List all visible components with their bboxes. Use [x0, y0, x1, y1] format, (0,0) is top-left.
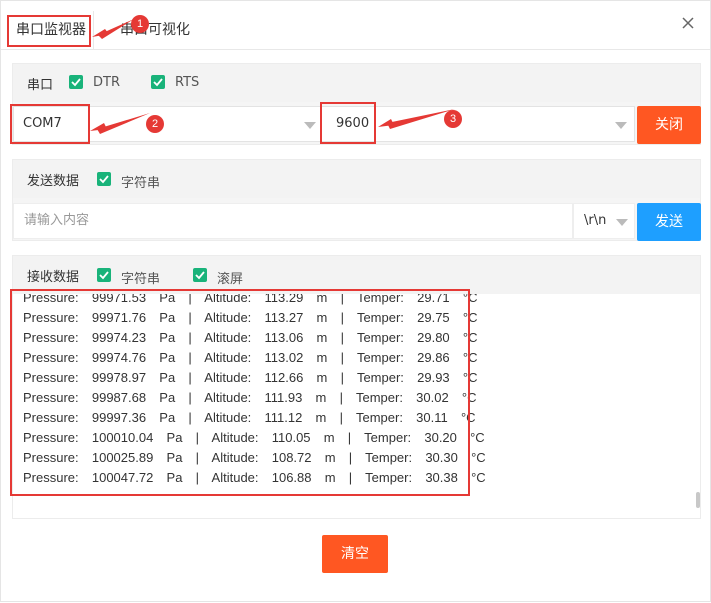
checkbox-checked-icon: [99, 175, 109, 184]
caret-down-icon: [616, 219, 628, 226]
dtr-checkbox[interactable]: [69, 75, 83, 89]
annotation-badge-2: 2: [146, 115, 164, 133]
port-value: COM7: [23, 116, 62, 131]
send-string-label: 字符串: [121, 176, 161, 191]
rts-label: RTS: [175, 75, 200, 90]
log-line: Pressure: 100047.72 Pa | Altitude: 106.8…: [23, 470, 486, 485]
checkbox-checked-icon: [71, 78, 81, 87]
baud-select[interactable]: 9600: [321, 106, 635, 142]
receive-string-label: 字符串: [121, 272, 161, 287]
annotation-badge-1: 1: [131, 15, 149, 33]
log-line: Pressure: 99971.76 Pa | Altitude: 113.27…: [23, 310, 478, 325]
receive-log[interactable]: Pressure: 99971.53 Pa | Altitude: 113.29…: [13, 294, 700, 518]
tab-serial-visualization[interactable]: 串口可视化: [113, 11, 197, 49]
log-line: Pressure: 99987.68 Pa | Altitude: 111.93…: [23, 390, 477, 405]
serial-panel-header: 串口 DTR RTS: [13, 64, 700, 102]
log-line: Pressure: 99978.97 Pa | Altitude: 112.66…: [23, 370, 478, 385]
send-input-placeholder: 请输入内容: [24, 213, 90, 228]
send-panel-header: 发送数据 字符串: [13, 160, 700, 198]
log-line: Pressure: 100025.89 Pa | Altitude: 108.7…: [23, 450, 486, 465]
log-scrollbar[interactable]: [696, 492, 700, 508]
tab-serial-monitor[interactable]: 串口监视器: [9, 11, 94, 49]
baud-value: 9600: [336, 116, 370, 131]
tab-bar: 串口监视器 串口可视化: [1, 1, 710, 50]
log-line: Pressure: 99997.36 Pa | Altitude: 111.12…: [23, 410, 476, 425]
send-button[interactable]: 发送: [637, 203, 701, 241]
receive-panel: 接收数据 字符串 滚屏 Pressure: 99971.53 Pa | Alti…: [12, 255, 701, 519]
send-title: 发送数据: [27, 174, 80, 189]
clear-button[interactable]: 清空: [322, 535, 388, 573]
eol-value: \r\n: [584, 213, 607, 228]
receive-panel-header: 接收数据 字符串 滚屏: [13, 256, 700, 294]
eol-select[interactable]: \r\n: [573, 203, 635, 239]
serial-monitor-dialog: 串口监视器 串口可视化 串口 DTR RTS COM7 9600 关闭 发送数据…: [0, 0, 711, 602]
annotation-badge-3: 3: [444, 110, 462, 128]
receive-string-checkbox[interactable]: [97, 268, 111, 282]
log-line: Pressure: 99974.23 Pa | Altitude: 113.06…: [23, 330, 478, 345]
autoscroll-checkbox[interactable]: [193, 268, 207, 282]
send-panel: 发送数据 字符串 请输入内容 \r\n 发送: [12, 159, 701, 241]
log-line: Pressure: 99974.76 Pa | Altitude: 113.02…: [23, 350, 478, 365]
checkbox-checked-icon: [195, 271, 205, 280]
log-line: Pressure: 100010.04 Pa | Altitude: 110.0…: [23, 430, 485, 445]
caret-down-icon: [615, 122, 627, 129]
log-line: Pressure: 99971.53 Pa | Altitude: 113.29…: [23, 294, 478, 305]
autoscroll-label: 滚屏: [217, 272, 244, 287]
dtr-label: DTR: [93, 75, 120, 90]
port-select[interactable]: COM7: [13, 106, 323, 142]
rts-checkbox[interactable]: [151, 75, 165, 89]
send-input[interactable]: 请输入内容: [13, 203, 573, 239]
send-string-checkbox[interactable]: [97, 172, 111, 186]
serial-title: 串口: [27, 78, 54, 93]
checkbox-checked-icon: [99, 271, 109, 280]
caret-down-icon: [304, 122, 316, 129]
close-icon[interactable]: [680, 15, 696, 31]
receive-title: 接收数据: [27, 270, 80, 285]
close-port-button[interactable]: 关闭: [637, 106, 701, 144]
serial-panel: 串口 DTR RTS COM7 9600 关闭: [12, 63, 701, 145]
checkbox-checked-icon: [153, 78, 163, 87]
